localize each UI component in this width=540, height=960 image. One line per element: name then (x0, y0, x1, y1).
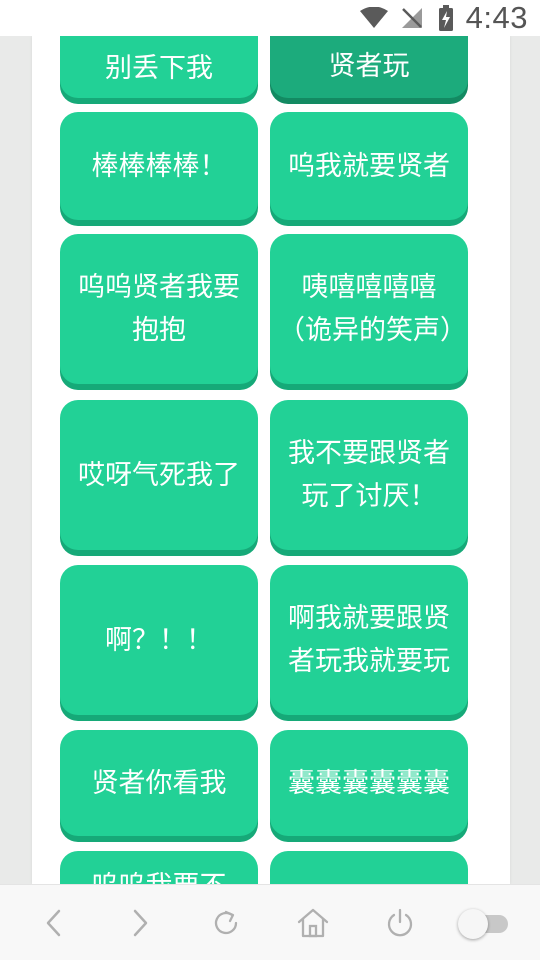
phrase-button[interactable]: 棒棒棒棒！ (60, 112, 258, 220)
phrase-button-active[interactable]: 贤者玩 (270, 36, 468, 98)
back-icon[interactable] (34, 903, 74, 943)
toggle-switch[interactable] (458, 907, 510, 941)
wifi-icon (359, 7, 388, 29)
phrase-button-grid[interactable]: 别丢下我 贤者玩 棒棒棒棒！ 呜我就要贤者 呜呜贤者我要抱抱 咦嘻嘻嘻嘻（诡异的… (32, 36, 510, 884)
phrase-button[interactable] (270, 851, 468, 884)
power-icon[interactable] (380, 903, 420, 943)
phrase-button[interactable]: 咦嘻嘻嘻嘻（诡异的笑声） (270, 234, 468, 384)
forward-icon[interactable] (120, 903, 160, 943)
bottom-navigation-bar (0, 884, 540, 960)
phrase-button[interactable]: 呜我就要贤者 (270, 112, 468, 220)
clock-time: 4:43 (465, 0, 528, 35)
phrase-button[interactable]: 哎呀气死我了 (60, 400, 258, 550)
refresh-icon[interactable] (206, 903, 246, 943)
toggle-knob (458, 909, 488, 939)
phrase-button[interactable]: 我不要跟贤者玩了讨厌！ (270, 400, 468, 550)
phrase-button[interactable]: 呜呜我要不 (60, 851, 258, 884)
home-icon[interactable] (293, 903, 333, 943)
phrase-button[interactable]: 囊囊囊囊囊囊 (270, 730, 468, 836)
phrase-button[interactable]: 贤者你看我 (60, 730, 258, 836)
battery-charging-icon (438, 5, 454, 31)
phrase-button[interactable]: 别丢下我 (60, 36, 258, 98)
phrase-button[interactable]: 啊我就要跟贤者玩我就要玩 (270, 565, 468, 715)
no-signal-icon (400, 6, 424, 30)
status-bar: 4:43 (0, 0, 540, 36)
phrase-button[interactable]: 啊？！！ (60, 565, 258, 715)
phrase-button[interactable]: 呜呜贤者我要抱抱 (60, 234, 258, 384)
